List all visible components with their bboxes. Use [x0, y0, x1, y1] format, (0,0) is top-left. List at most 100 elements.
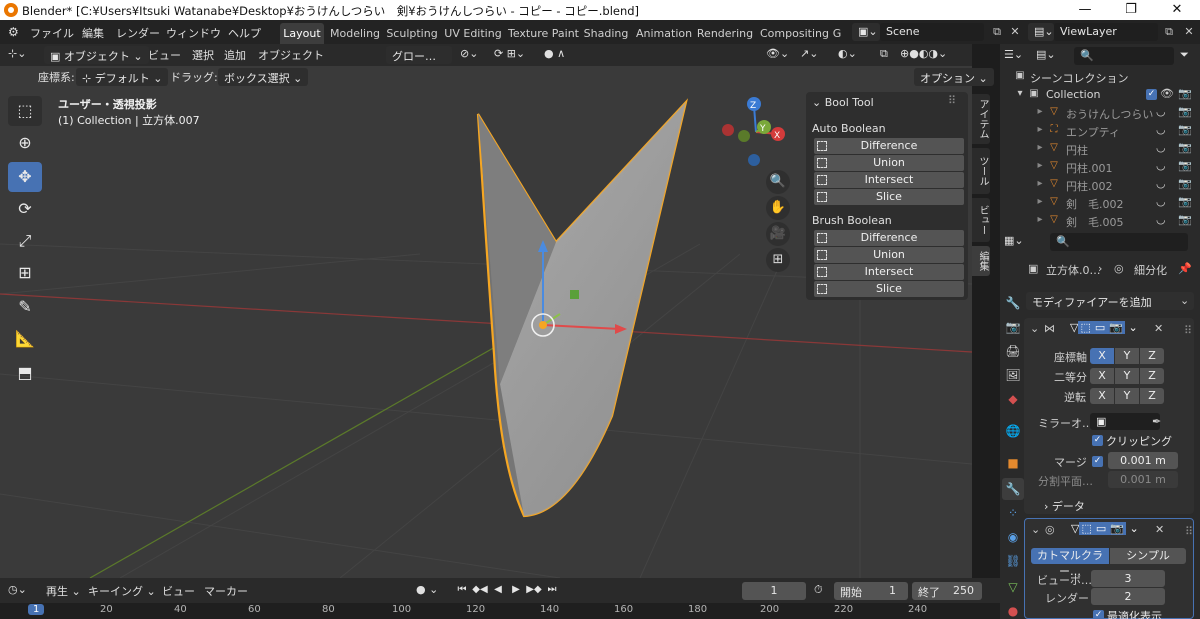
mirror-axis-z[interactable]: Z [1140, 348, 1164, 364]
auto-difference-button[interactable]: Difference [814, 138, 964, 154]
list-item[interactable]: ▸ ▽ 円柱.001 ◡ 📷 [1000, 158, 1200, 176]
tab-animation[interactable]: Animation [636, 23, 692, 44]
catmull-clark-button[interactable]: カトマルクラー… [1031, 548, 1109, 578]
filter-icon[interactable]: ⏷ [1180, 48, 1189, 62]
add-modifier-dropdown[interactable]: モディファイアーを追加 ⌄ [1026, 292, 1194, 310]
scene-field[interactable]: Scene [880, 23, 984, 41]
brush-intersect-button[interactable]: Intersect [814, 264, 964, 280]
hide-icon[interactable]: ◡ [1156, 195, 1166, 208]
mirror-axis-x[interactable]: X [1090, 348, 1114, 364]
physics-props-icon[interactable]: ◉ [1002, 526, 1024, 548]
editor-type-icon[interactable]: ⊹⌄ [8, 47, 26, 60]
play-reverse-icon[interactable]: ◀ [490, 582, 506, 598]
tab-sculpting[interactable]: Sculpting [386, 23, 438, 44]
ortho-grid-icon[interactable]: ⊞ [766, 248, 790, 272]
simple-button[interactable]: シンプル [1110, 548, 1186, 564]
tab-geometry[interactable]: G [830, 23, 844, 44]
collection-checkbox[interactable]: ✓ [1146, 89, 1157, 100]
keying-menu[interactable]: キーイング ⌄ [88, 583, 156, 599]
eyedropper-icon[interactable]: ✒ [1152, 415, 1161, 428]
tab-layout[interactable]: Layout [280, 23, 324, 44]
render-props-icon[interactable]: 📷 [1002, 316, 1024, 338]
bisect-axis-y[interactable]: Y [1115, 368, 1139, 384]
new-scene-icon[interactable]: ⧉ [988, 23, 1006, 41]
jump-end-icon[interactable]: ⏭ [544, 582, 560, 598]
menu-view[interactable]: ビュー [148, 47, 181, 63]
pivot-icon[interactable]: ⊘⌄ [460, 47, 478, 60]
transform-tool[interactable]: ⊞ [8, 258, 42, 288]
collapse-icon[interactable]: ⌄ [1030, 322, 1039, 335]
tab-texture-paint[interactable]: Texture Paint [508, 23, 579, 44]
tool-props-icon[interactable]: 🔧 [1002, 292, 1024, 314]
outliner-editor-icon[interactable]: ☰⌄ [1004, 48, 1023, 61]
merge-checkbox[interactable]: ✓ [1092, 456, 1103, 467]
side-tab-tool[interactable]: ツール [972, 148, 990, 194]
jump-start-icon[interactable]: ⏮ [454, 582, 470, 598]
flip-axis-x[interactable]: X [1090, 388, 1114, 404]
xray-icon[interactable]: ⧉ [880, 47, 888, 61]
camera-icon[interactable]: 📷 [1178, 177, 1192, 190]
display-mode-icon[interactable]: ▤⌄ [1036, 48, 1056, 61]
tab-compositing[interactable]: Compositing [760, 23, 829, 44]
tab-shading[interactable]: Shading [582, 23, 630, 44]
prev-keyframe-icon[interactable]: ◆◀ [472, 582, 488, 598]
eye-icon[interactable]: 👁 [1160, 87, 1174, 100]
collapse-icon[interactable]: ⌄ [1031, 523, 1040, 536]
modifier-toggles[interactable]: ▽ ⬚ ▭ 📷 ⌄ [1071, 522, 1139, 535]
axis-gizmo[interactable]: Z X Y [716, 94, 786, 170]
world-props-icon[interactable]: 🌐 [1002, 420, 1024, 442]
menu-file[interactable]: ファイル [30, 25, 74, 41]
navigation-gizmo[interactable]: Z X Y [716, 94, 786, 170]
camera-icon[interactable]: 📷 [1178, 105, 1192, 118]
proportional-edit-icon[interactable]: ● ∧ [544, 47, 565, 60]
marker-menu[interactable]: マーカー [204, 583, 248, 599]
auto-intersect-button[interactable]: Intersect [814, 172, 964, 188]
rotate-tool[interactable]: ⟳ [8, 194, 42, 224]
bool-tool-title[interactable]: ⌄ Bool Tool [812, 96, 874, 109]
menu-help[interactable]: ヘルプ [228, 25, 261, 41]
menu-add[interactable]: 追加 [224, 47, 246, 63]
properties-editor-icon[interactable]: ▦⌄ [1004, 234, 1024, 247]
list-item[interactable]: ▸ ▽ 剣 毛.005 ◡ 📷 [1000, 212, 1200, 230]
scene-browse-icon[interactable]: ▣⌄ [852, 23, 880, 41]
drag-handle-icon[interactable]: ⠿ [1185, 525, 1193, 538]
bisect-axis-x[interactable]: X [1090, 368, 1114, 384]
camera-icon[interactable]: 📷 [1178, 87, 1192, 100]
playback-menu[interactable]: 再生 ⌄ [46, 583, 81, 599]
camera-icon[interactable]: 📷 [1178, 213, 1192, 226]
scene-props-icon[interactable]: ◆ [1002, 388, 1024, 410]
orientation-dropdown[interactable]: グロー… [386, 46, 452, 64]
stopwatch-icon[interactable]: ⏱ [814, 583, 823, 597]
hide-icon[interactable]: ◡ [1156, 123, 1166, 136]
camera-icon[interactable]: 📷 [1178, 195, 1192, 208]
object-props-icon[interactable]: ■ [1002, 452, 1024, 474]
frame-ruler[interactable]: 1 20 40 60 80 100 120 140 160 180 200 22… [0, 603, 1000, 619]
output-props-icon[interactable]: 🖨 [1002, 340, 1024, 362]
delete-scene-icon[interactable]: ✕ [1006, 23, 1024, 41]
viewlayer-field[interactable]: ViewLayer [1054, 23, 1158, 41]
remove-modifier-icon[interactable]: ✕ [1155, 523, 1164, 536]
hide-icon[interactable]: ◡ [1156, 159, 1166, 172]
particles-props-icon[interactable]: ⁘ [1002, 502, 1024, 524]
cursor-tool[interactable]: ⊕ [8, 128, 42, 158]
modifier-toggles[interactable]: ▽ ⬚ ▭ 📷 ⌄ [1070, 321, 1138, 334]
keyframe-dot-icon[interactable]: ● ⌄ [416, 583, 438, 596]
list-item[interactable]: ▸ ▽ 円柱 ◡ 📷 [1000, 140, 1200, 158]
menu-render[interactable]: レンダー [116, 25, 160, 41]
auto-union-button[interactable]: Union [814, 155, 964, 171]
hide-icon[interactable]: ◡ [1156, 213, 1166, 226]
menu-select[interactable]: 選択 [192, 47, 214, 63]
list-item[interactable]: ▸ ▽ 剣 毛.002 ◡ 📷 [1000, 194, 1200, 212]
modifier-props-icon[interactable]: 🔧 [1002, 478, 1024, 500]
list-item[interactable]: ▸ ⛶ エンプティ ◡ 📷 [1000, 122, 1200, 140]
brush-union-button[interactable]: Union [814, 247, 964, 263]
side-tab-view[interactable]: ビュー [972, 198, 990, 242]
panel-drag-handle-icon[interactable]: ⠿ [948, 94, 956, 107]
mirror-axis-y[interactable]: Y [1115, 348, 1139, 364]
material-props-icon[interactable]: ● [1002, 600, 1024, 619]
remove-modifier-icon[interactable]: ✕ [1154, 322, 1163, 335]
selected-object[interactable] [476, 98, 689, 518]
move-tool[interactable]: ✥ [8, 162, 42, 192]
minimize-button[interactable]: — [1062, 0, 1108, 20]
current-frame-field[interactable]: 1 [742, 582, 806, 600]
